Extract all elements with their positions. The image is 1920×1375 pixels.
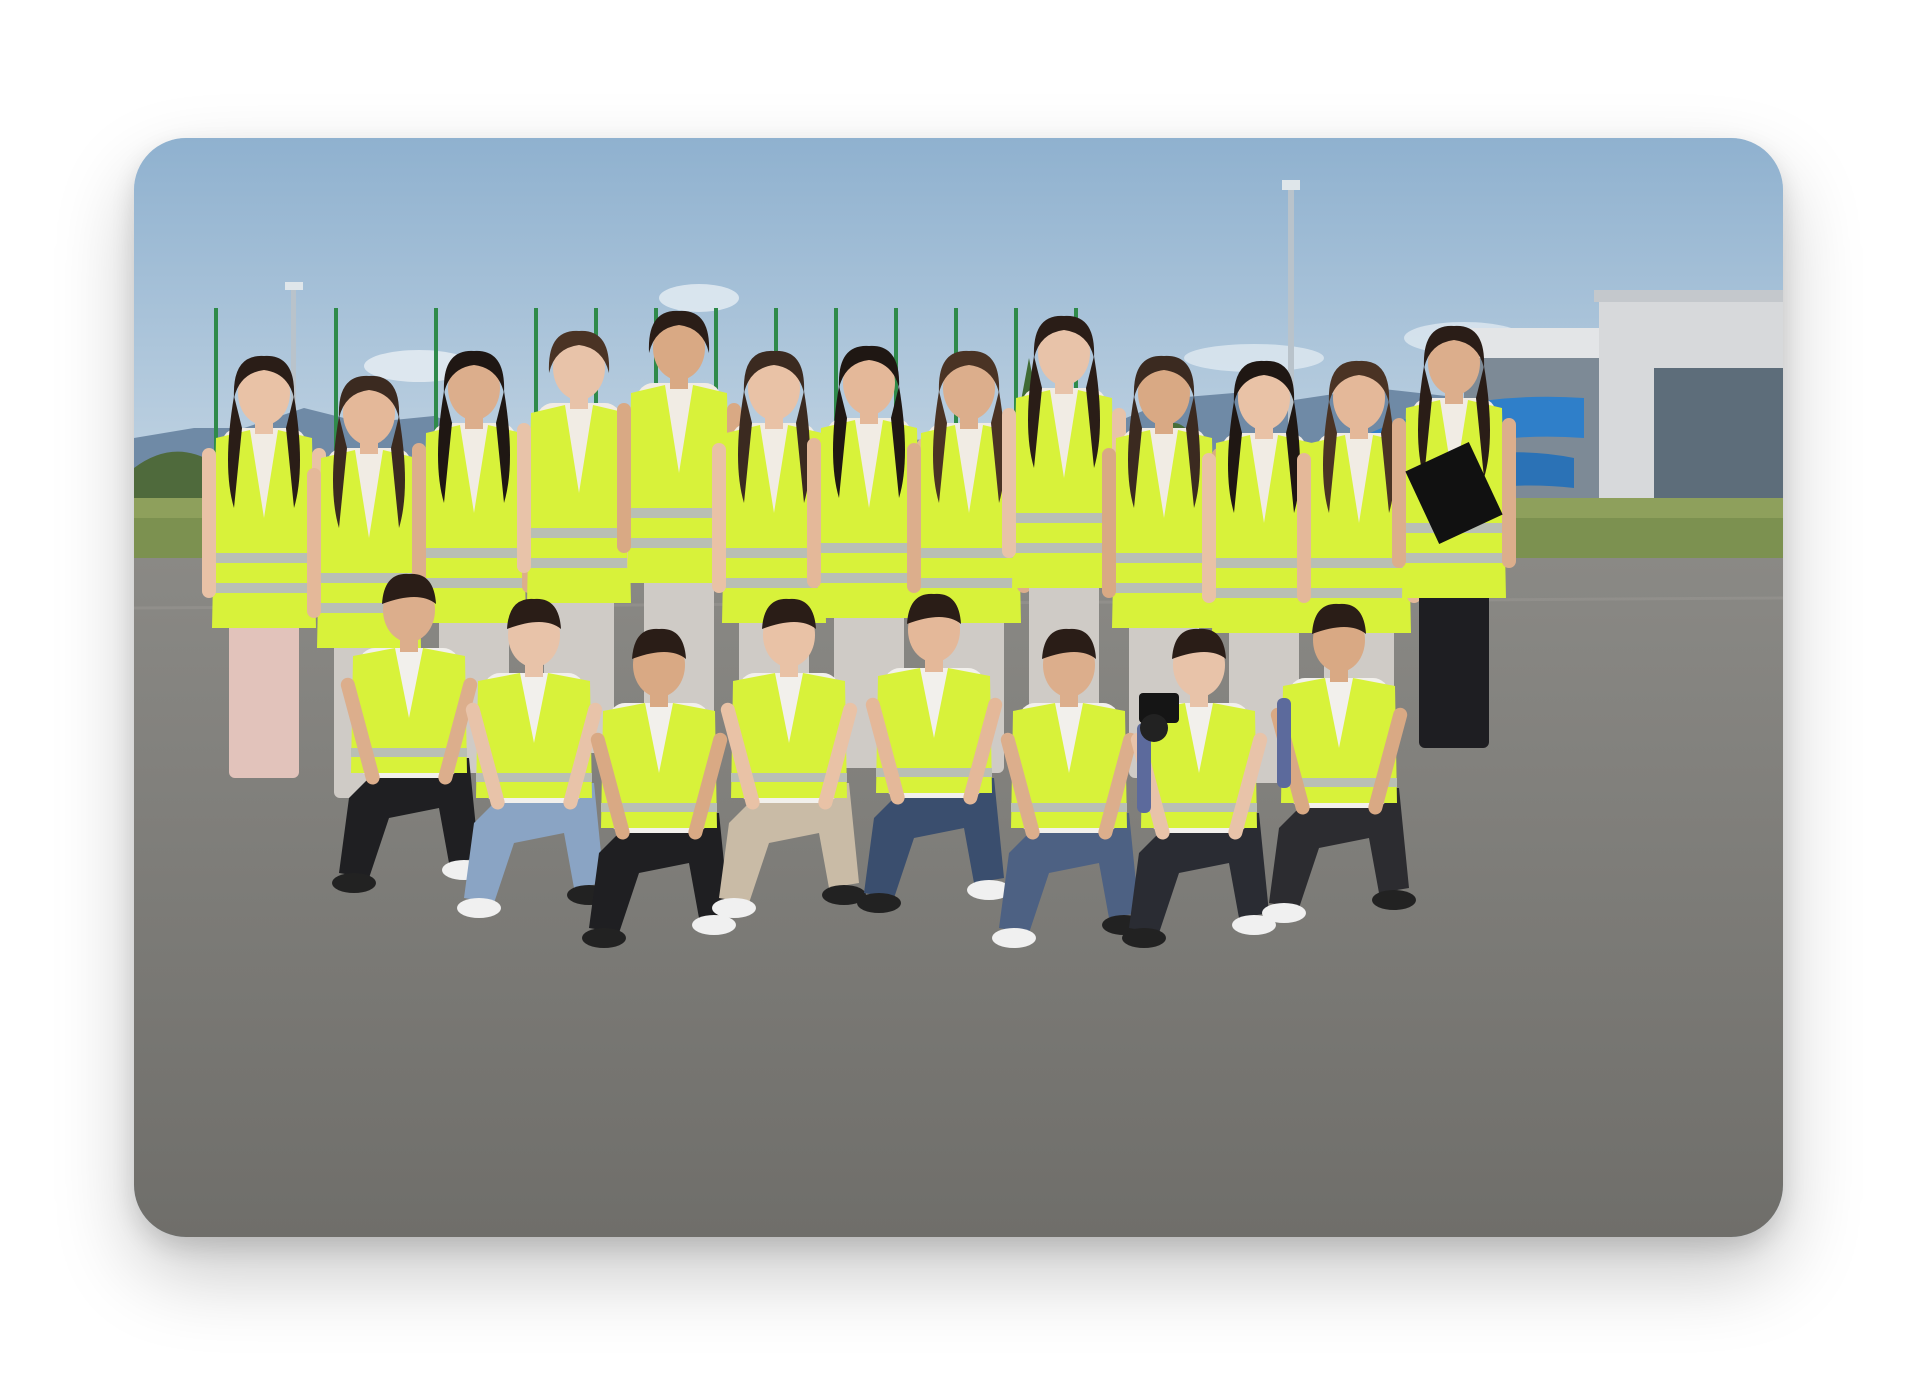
arm	[1102, 448, 1116, 598]
vest-stripe	[1112, 553, 1216, 563]
vest-stripe	[1112, 583, 1216, 593]
shoe	[1262, 903, 1306, 923]
building-roof	[1594, 290, 1783, 302]
cloud	[659, 284, 739, 312]
shoe	[332, 873, 376, 893]
arm	[202, 448, 216, 598]
shoe	[582, 928, 626, 948]
group-photo	[134, 138, 1783, 1237]
vest-stripe	[917, 578, 1021, 588]
shoe	[992, 928, 1036, 948]
arm	[907, 443, 921, 593]
arm	[1392, 418, 1406, 568]
light-pole-lamp	[1282, 180, 1300, 190]
arm	[712, 443, 726, 593]
shoe	[857, 893, 901, 913]
shoe	[712, 898, 756, 918]
arm	[1297, 453, 1311, 603]
vest-stripe	[1307, 588, 1411, 598]
arm	[807, 438, 821, 588]
vest-stripe	[1012, 513, 1116, 523]
camera-lens	[1140, 714, 1168, 742]
vest-stripe	[1402, 553, 1506, 563]
arm	[617, 403, 631, 553]
vest-stripe	[817, 543, 921, 553]
vest-stripe	[527, 528, 631, 538]
vest-stripe	[1012, 543, 1116, 553]
shoe	[1122, 928, 1166, 948]
arm	[412, 443, 426, 593]
vest-stripe	[212, 553, 316, 563]
shoe	[1372, 890, 1416, 910]
shoe	[457, 898, 501, 918]
arm	[1202, 453, 1216, 603]
photo-card	[134, 138, 1783, 1237]
sleeve	[1277, 698, 1291, 788]
vest-stripe	[422, 578, 526, 588]
arm	[1002, 408, 1016, 558]
light-pole-lamp	[285, 282, 303, 290]
arm	[517, 423, 531, 573]
vest-stripe	[817, 573, 921, 583]
vest-stripe	[422, 548, 526, 558]
arm	[307, 468, 321, 618]
arm	[1502, 418, 1516, 568]
shoe	[692, 915, 736, 935]
vest-stripe	[527, 558, 631, 568]
page	[0, 0, 1920, 1375]
vest-stripe	[212, 583, 316, 593]
